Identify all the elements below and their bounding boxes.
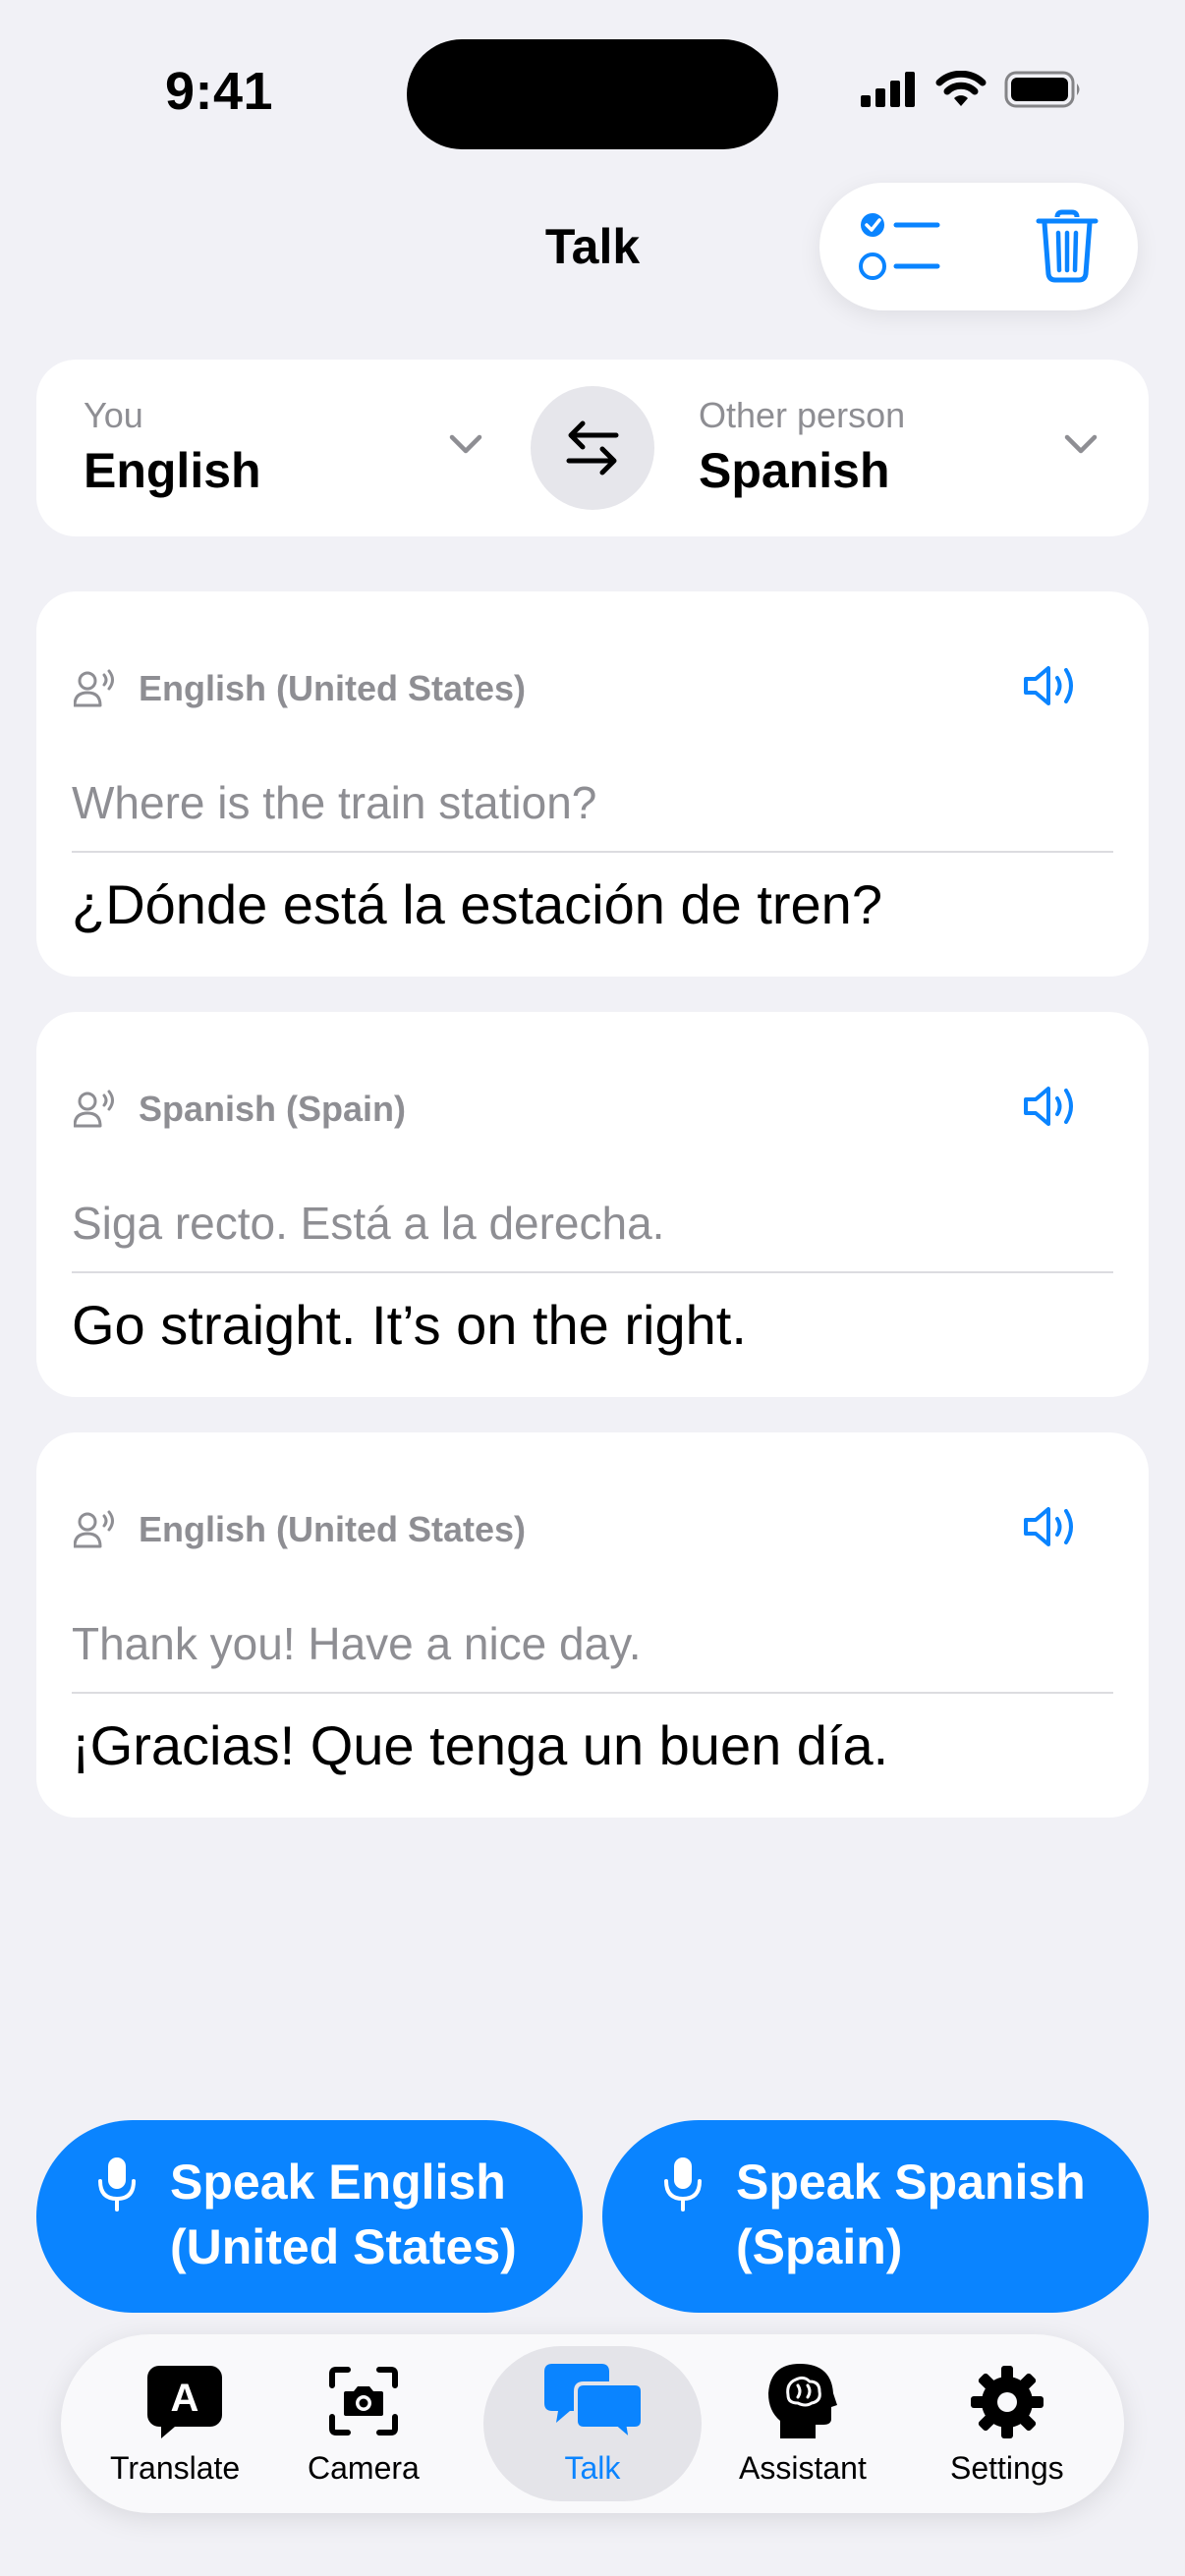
tab-label: Assistant: [739, 2450, 867, 2486]
translated-text: ¡Gracias! Que tenga un buen día.: [72, 1714, 889, 1776]
card-header: English (United States): [74, 668, 526, 709]
speak-english-button[interactable]: Speak English (United States): [36, 2120, 583, 2313]
delete-button[interactable]: [1036, 209, 1099, 284]
select-list-button[interactable]: [859, 209, 941, 284]
card-header: English (United States): [74, 1509, 526, 1550]
translate-icon: A: [147, 2366, 222, 2438]
speaking-person-icon: [74, 669, 114, 707]
microphone-icon: [98, 2157, 136, 2212]
speak-english-line1: Speak English: [170, 2155, 506, 2210]
speaker-icon[interactable]: [1023, 1085, 1082, 1128]
swap-arrows-icon: [566, 420, 619, 476]
status-icons: [861, 71, 1083, 108]
brain-head-icon: [768, 2364, 837, 2438]
left-language-name: English: [84, 443, 261, 498]
tab-camera[interactable]: Camera: [275, 2334, 452, 2513]
conversation-card[interactable]: English (United States) Where is the tra…: [36, 591, 1149, 977]
tab-talk[interactable]: Talk: [483, 2334, 702, 2513]
cellular-signal-icon: [861, 72, 915, 107]
tab-label: Translate: [110, 2450, 241, 2486]
speaking-person-icon: [74, 1090, 114, 1128]
tab-translate[interactable]: A Translate: [86, 2334, 263, 2513]
trash-icon: [1036, 209, 1099, 283]
wifi-icon: [935, 71, 987, 106]
chevron-down-icon[interactable]: [1063, 432, 1099, 456]
right-language-picker[interactable]: Other person Spanish: [699, 395, 905, 499]
conversation-card[interactable]: English (United States) Thank you! Have …: [36, 1432, 1149, 1818]
card-language-label: Spanish (Spain): [139, 1089, 407, 1129]
translated-text: Go straight. It’s on the right.: [72, 1294, 747, 1356]
tab-label: Settings: [950, 2450, 1064, 2486]
talk-screen: 9:41 Talk You English Other person Spani…: [0, 0, 1185, 2576]
speak-spanish-button[interactable]: Speak Spanish (Spain): [602, 2120, 1149, 2313]
microphone-icon: [664, 2157, 702, 2212]
card-language-label: English (United States): [139, 1509, 527, 1549]
speaker-icon[interactable]: [1023, 1505, 1082, 1548]
checklist-icon: [859, 213, 940, 280]
card-language-label: English (United States): [139, 668, 527, 708]
tab-assistant[interactable]: Assistant: [709, 2334, 896, 2513]
divider: [72, 1271, 1113, 1273]
battery-icon: [1004, 71, 1080, 108]
speak-spanish-line1: Speak Spanish: [736, 2155, 1086, 2210]
swap-languages-button[interactable]: [531, 386, 654, 510]
talk-bubbles-icon: [544, 2364, 643, 2442]
tab-label: Camera: [308, 2450, 420, 2486]
tab-bar: A Translate Camera Talk Assistant Settin…: [61, 2334, 1124, 2513]
right-language-name: Spanish: [699, 443, 890, 498]
gear-icon: [971, 2366, 1044, 2438]
speaking-person-icon: [74, 1510, 114, 1548]
source-text: Siga recto. Está a la derecha.: [72, 1198, 665, 1249]
speak-english-line2: (United States): [170, 2219, 517, 2274]
divider: [72, 851, 1113, 853]
chevron-down-icon[interactable]: [448, 432, 483, 456]
dynamic-island: [407, 39, 778, 149]
source-text: Thank you! Have a nice day.: [72, 1618, 642, 1669]
left-language-caption: You: [84, 395, 143, 435]
divider: [72, 1692, 1113, 1694]
card-header: Spanish (Spain): [74, 1089, 406, 1130]
translated-text: ¿Dónde está la estación de tren?: [72, 873, 882, 935]
speak-spanish-line2: (Spain): [736, 2219, 903, 2274]
speak-spanish-label: Speak Spanish (Spain): [736, 2150, 1086, 2279]
conversation-card[interactable]: Spanish (Spain) Siga recto. Está a la de…: [36, 1012, 1149, 1397]
camera-icon: [329, 2367, 398, 2436]
svg-text:A: A: [171, 2377, 199, 2420]
tab-label: Talk: [564, 2450, 621, 2486]
left-language-picker[interactable]: You English: [84, 395, 261, 499]
tab-settings[interactable]: Settings: [914, 2334, 1100, 2513]
right-language-caption: Other person: [699, 395, 906, 435]
speak-english-label: Speak English (United States): [170, 2150, 517, 2279]
source-text: Where is the train station?: [72, 777, 597, 828]
header-actions: [819, 183, 1138, 310]
speaker-icon[interactable]: [1023, 664, 1082, 707]
status-time: 9:41: [165, 62, 274, 121]
